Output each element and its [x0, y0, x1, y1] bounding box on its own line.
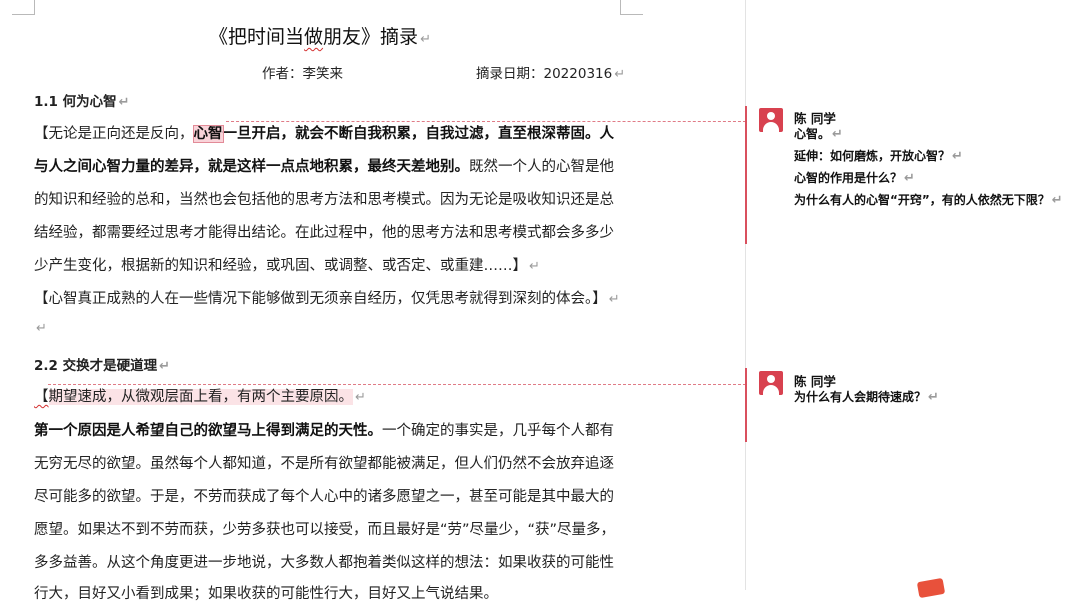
comment-connector-line	[226, 121, 746, 122]
comment-accent-bar	[745, 368, 747, 442]
comment-text: 心智的作用是什么？ ↵	[794, 171, 915, 186]
user-avatar-icon	[759, 108, 783, 132]
section-heading-2[interactable]: 2.2 交换才是硬道理 ↵	[34, 354, 170, 374]
comment-pane	[745, 0, 1080, 590]
comment-card[interactable]: 陈 同学 心智。 ↵ 延伸：如何磨炼，开放心智？ ↵ 心智的作用是什么？ ↵ 为什么有…	[759, 108, 1074, 228]
paragraph-line[interactable]: 愿望。如果达不到不劳而获，少劳多获也可以接受，而且最好是“劳”尽量少，“获”尽量…	[34, 518, 615, 539]
paragraph-line[interactable]: 【心智真正成熟的人在一些情况下能够做到无须亲自经历，仅凭思考就得到深刻的体会。】…	[34, 287, 620, 308]
comment-text: 为什么有人的心智“开窍”，有的人依然无下限？ ↵	[794, 193, 1063, 208]
paragraph-line[interactable]: 尽可能多的欲望。于是，不劳而获成了每个人心中的诸多愿望之一，甚至可能是其中最大的	[34, 485, 614, 506]
comment-card[interactable]: 陈 同学 为什么有人会期待速成？ ↵	[759, 371, 1074, 411]
author-line[interactable]: 作者：李笑来	[262, 62, 343, 82]
comment-text: 延伸：如何磨炼，开放心智？ ↵	[794, 149, 963, 164]
paragraph-mark-icon: ↵	[36, 321, 47, 336]
commented-text-highlight: 心智	[192, 125, 224, 143]
paragraph-line[interactable]: 【无论是正向还是反向，心智一旦开启，就会不断自我积累，自我过滤，直至根深蒂固。人	[34, 122, 614, 143]
spellcheck-word: 做	[304, 26, 324, 48]
user-avatar-icon	[759, 371, 783, 395]
paragraph-line[interactable]: 第一个原因是人希望自己的欲望马上得到满足的天性。一个确定的事实是，几乎每个人都有	[34, 419, 614, 440]
section-heading-1[interactable]: 1.1 何为心智 ↵	[34, 90, 130, 110]
paragraph-mark-icon: ↵	[420, 32, 431, 47]
paragraph-line[interactable]: 的知识和经验的总和，当然也会包括他的思考方法和思考模式。因为无论是吸收知识还是总	[34, 188, 614, 209]
crop-mark-top-left	[12, 0, 35, 15]
app-badge-icon[interactable]	[916, 577, 946, 599]
paragraph-line[interactable]: 结经验，都需要经过思考才能得出结论。在此过程中，他的思考方法和思考模式都会多多少	[34, 221, 614, 242]
commented-text-highlight: 期望速成，从微观层面上看，有两个主要原因。	[48, 389, 353, 405]
paragraph-line[interactable]: 少产生变化，根据新的知识和经验，或巩固、或调整、或否定、或重建……】 ↵	[34, 254, 540, 275]
document-title[interactable]: 《把时间当做朋友》摘录 ↵	[0, 22, 640, 49]
comment-connector-line	[48, 384, 746, 385]
date-line[interactable]: 摘录日期：20220316 ↵	[476, 62, 625, 82]
document-page: 《把时间当做朋友》摘录 ↵ 作者：李笑来 摘录日期：20220316 ↵ 1.1 何…	[0, 0, 745, 602]
paragraph-line[interactable]: 【期望速成，从微观层面上看，有两个主要原因。 ↵	[34, 385, 366, 406]
paragraph-line[interactable]: 行大，目好又小看到成果；如果收获的可能性行大，目好又上气说结果。	[34, 582, 498, 603]
comment-text: 为什么有人会期待速成？ ↵	[794, 390, 939, 405]
comment-text: 心智。 ↵	[794, 127, 843, 142]
empty-paragraph[interactable]: ↵	[34, 320, 47, 336]
paragraph-line[interactable]: 与人之间心智力量的差异，就是这样一点点地积累，最终天差地别。既然一个人的心智是他	[34, 155, 614, 176]
paragraph-line[interactable]: 无穷无尽的欲望。虽然每个人都知道，不是所有欲望都能被满足，但人们仍然不会放弃追逐	[34, 452, 614, 473]
paragraph-line[interactable]: 多多益善。从这个角度更进一步地说，大多数人都抱着类似这样的想法：如果收获的可能性	[34, 551, 614, 572]
crop-mark-top-right	[620, 0, 643, 15]
comment-accent-bar	[745, 106, 747, 244]
